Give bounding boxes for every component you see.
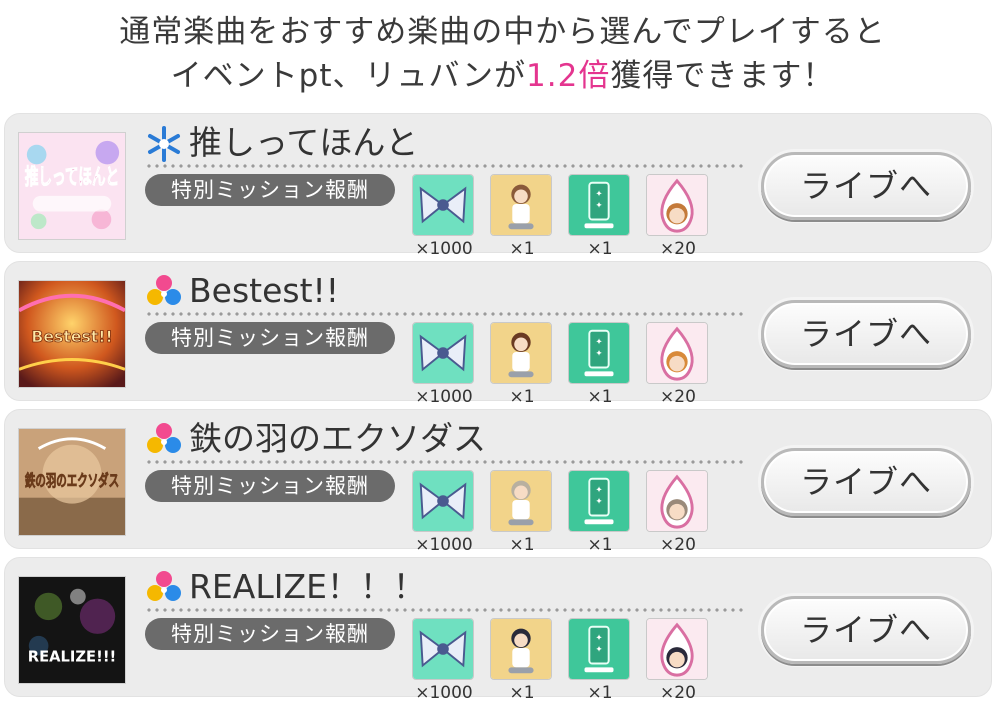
ribbon-icon (412, 470, 474, 532)
reward-item: ×1000 (412, 322, 476, 407)
mission-reward-badge: 特別ミッション報酬 (145, 618, 395, 650)
ticket-icon: ✦ ✦ (568, 470, 630, 532)
song-title: 推しってほんと (189, 123, 419, 162)
reward-item: ×1000 (412, 470, 476, 555)
reward-item: ×20 (646, 322, 710, 407)
live-button[interactable]: ライブへ (761, 152, 971, 220)
reward-item: ×20 (646, 470, 710, 555)
jacket-title: Bestest!! (31, 327, 112, 346)
reward-item: ×20 (646, 618, 710, 703)
svg-text:✦: ✦ (595, 337, 602, 347)
reward-item: ×1 (490, 618, 554, 703)
header-line-2: イベントpt、リュバンが1.2倍獲得できます！ (0, 54, 1005, 98)
jacket-title: 推しってほんと (25, 165, 119, 190)
live-button[interactable]: ライブへ (761, 596, 971, 664)
divider (145, 608, 745, 612)
divider (145, 312, 745, 316)
ribbon-icon (412, 618, 474, 680)
idol-badge-icon (646, 174, 708, 236)
song-row: Bestest!! Bestest!! 特別ミッション報酬 ×1000 ×1 ✦… (4, 261, 992, 407)
live-button[interactable]: ライブへ (761, 448, 971, 516)
song-jacket: Bestest!! (18, 280, 126, 388)
idol-card-icon (490, 174, 552, 236)
idol-badge-icon (646, 470, 708, 532)
song-jacket: 鉄の羽のエクソダス (18, 428, 126, 536)
svg-text:✦: ✦ (595, 633, 602, 643)
song-title: 鉄の羽のエクソダス (189, 419, 486, 458)
reward-item: ×1000 (412, 174, 476, 259)
reward-count: ×20 (660, 239, 696, 259)
clover-icon (145, 569, 183, 607)
reward-item: ✦ ✦ ×1 (568, 322, 632, 407)
jacket-title: 鉄の羽のエクソダス (25, 471, 119, 490)
divider (145, 164, 745, 168)
header-line-1: 通常楽曲をおすすめ楽曲の中から選んでプレイすると (119, 14, 886, 50)
clover-icon (145, 421, 183, 459)
reward-count: ×20 (660, 387, 696, 407)
svg-text:✦: ✦ (595, 485, 602, 495)
svg-text:✦: ✦ (595, 497, 602, 507)
reward-item: ✦ ✦ ×1 (568, 470, 632, 555)
ticket-icon: ✦ ✦ (568, 322, 630, 384)
reward-count: ×20 (660, 683, 696, 703)
mission-reward-badge: 特別ミッション報酬 (145, 174, 395, 206)
svg-text:✦: ✦ (595, 201, 602, 211)
ribbon-icon (412, 174, 474, 236)
live-button[interactable]: ライブへ (761, 300, 971, 368)
song-jacket: REALIZE!!! (18, 576, 126, 684)
idol-card-icon (490, 618, 552, 680)
jacket-title: REALIZE!!! (28, 648, 117, 665)
svg-text:✦: ✦ (595, 645, 602, 655)
mission-reward-badge: 特別ミッション報酬 (145, 470, 395, 502)
ticket-icon: ✦ ✦ (568, 174, 630, 236)
mission-reward-badge: 特別ミッション報酬 (145, 322, 395, 354)
ribbon-icon (412, 322, 474, 384)
idol-badge-icon (646, 618, 708, 680)
reward-item: ×1 (490, 322, 554, 407)
idol-card-icon (490, 470, 552, 532)
info-header: 通常楽曲をおすすめ楽曲の中から選んでプレイすると イベントpt、リュバンが1.2… (0, 10, 1005, 98)
song-title: Bestest!! (189, 271, 339, 310)
header-line-2-after: 獲得できます！ (610, 58, 835, 94)
header-multiplier: 1.2倍 (526, 58, 611, 94)
song-row: 鉄の羽のエクソダス 鉄の羽のエクソダス 特別ミッション報酬 ×1000 ×1 ✦… (4, 409, 992, 555)
song-row: 推しってほんと 推しってほんと 特別ミッション報酬 ×1000 ×1 ✦ ✦ ×… (4, 113, 992, 259)
reward-item: ×1 (490, 470, 554, 555)
song-row: REALIZE!!! REALIZE！！！ 特別ミッション報酬 ×1000 ×1… (4, 557, 992, 703)
reward-item: ×20 (646, 174, 710, 259)
idol-card-icon (490, 322, 552, 384)
reward-count: ×20 (660, 535, 696, 555)
clover-icon (145, 273, 183, 311)
svg-text:✦: ✦ (595, 349, 602, 359)
reward-item: ×1 (490, 174, 554, 259)
reward-item: ✦ ✦ ×1 (568, 174, 632, 259)
svg-text:✦: ✦ (595, 189, 602, 199)
divider (145, 460, 745, 464)
song-title: REALIZE！！！ (189, 567, 426, 606)
snowflake-icon (145, 125, 183, 163)
song-jacket: 推しってほんと (18, 132, 126, 240)
reward-item: ✦ ✦ ×1 (568, 618, 632, 703)
reward-item: ×1000 (412, 618, 476, 703)
ticket-icon: ✦ ✦ (568, 618, 630, 680)
header-line-2-before: イベントpt、リュバンが (170, 58, 527, 94)
idol-badge-icon (646, 322, 708, 384)
